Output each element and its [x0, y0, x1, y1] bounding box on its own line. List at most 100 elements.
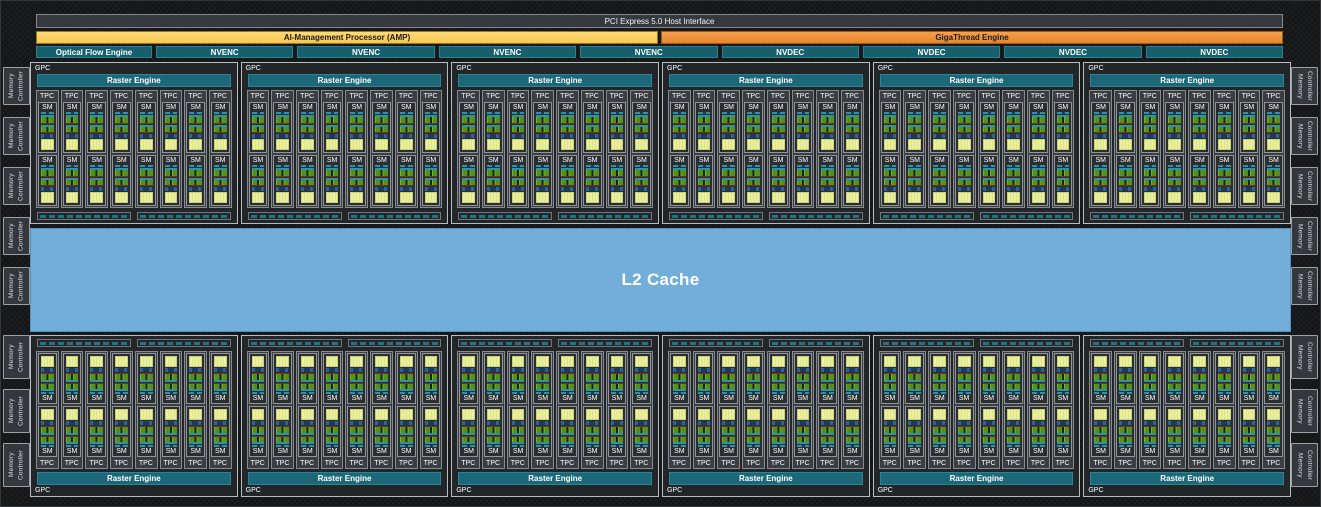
tpc-label: TPC: [298, 91, 317, 101]
sm-green-block-top-strip: [41, 380, 54, 382]
sm-yellow-block: [400, 356, 413, 367]
sm: SM: [459, 406, 478, 457]
sm: SM: [63, 353, 82, 404]
gpc-label: GPC: [874, 63, 1080, 74]
sm-yellow-block: [1243, 356, 1256, 367]
tpc-label: TPC: [930, 458, 949, 468]
sm-green-block-bottom-line: [1168, 123, 1181, 124]
sm-green-block-top-strip: [350, 380, 363, 382]
sm-green-block: [1007, 125, 1020, 134]
sm-green-block-bottom-line: [1267, 176, 1280, 177]
sm-body: [673, 112, 686, 150]
sm-green-block: [698, 178, 711, 187]
sm-green-block: [512, 125, 525, 134]
sm-yellow-block: [797, 139, 810, 150]
sm: SM: [422, 406, 441, 457]
sm-green-block-top-strip: [400, 433, 413, 435]
sm-teal-strip: [698, 165, 711, 167]
sm-teal-strip: [400, 112, 413, 114]
l2-cache: L2 Cache: [30, 228, 1291, 332]
sm-label: SM: [64, 156, 81, 165]
sm-yellow-block: [797, 192, 810, 203]
sm: SM: [769, 406, 788, 457]
sm-green-block-bottom-line: [958, 185, 971, 186]
sm-body: [1057, 409, 1070, 447]
sm-label: SM: [720, 103, 737, 112]
sm-green-block: [1267, 436, 1280, 445]
sm-green-block-top-strip: [747, 389, 760, 391]
sm-green-block: [252, 373, 265, 382]
sm-navy-bar: [722, 368, 735, 372]
sm-navy-bar: [884, 134, 897, 138]
sm-green-block: [41, 436, 54, 445]
sm-label: SM: [64, 447, 81, 456]
tpc-label: TPC: [372, 458, 391, 468]
sm-green-block-top-strip: [536, 433, 549, 435]
sm: SM: [632, 155, 651, 206]
sm-yellow-block: [326, 409, 339, 420]
sm-green-block-top-strip: [252, 380, 265, 382]
sm-label: SM: [696, 103, 713, 112]
sm-body: [797, 356, 810, 394]
sm-green-block-bottom-line: [561, 176, 574, 177]
sm-body: [747, 409, 760, 447]
sm-body: [747, 356, 760, 394]
sm-teal-strip: [586, 112, 599, 114]
sm-navy-bar: [1168, 134, 1181, 138]
tpc-label: TPC: [1004, 91, 1023, 101]
memory-controller-label: Memory Controller: [7, 68, 26, 104]
sm-body: [611, 356, 624, 394]
sm-green-block: [400, 178, 413, 187]
sm-navy-bar: [1057, 187, 1070, 191]
sm: SM: [323, 353, 342, 404]
memory-controller-column-left: Memory ControllerMemory ControllerMemory…: [3, 0, 30, 507]
sm-green-block: [908, 178, 921, 187]
sm-navy-bar: [1119, 134, 1132, 138]
sm-navy-bar: [772, 187, 785, 191]
sm: SM: [63, 155, 82, 206]
sm-green-block-bottom-line: [908, 132, 921, 133]
sm-navy-bar: [908, 187, 921, 191]
sm-teal-strip: [140, 112, 153, 114]
memory-controller: Memory Controller: [3, 443, 30, 487]
sm-green-block: [908, 373, 921, 382]
tpc-label: TPC: [186, 458, 205, 468]
sm-green-block: [635, 373, 648, 382]
tpc: TPCSMSM: [581, 351, 604, 469]
sm-green-block: [536, 383, 549, 392]
sm-green-block: [611, 436, 624, 445]
sm-green-block-top-strip: [958, 442, 971, 444]
sm-green-block-top-strip: [1144, 389, 1157, 391]
tpc-label: TPC: [273, 458, 292, 468]
sm-label: SM: [981, 447, 998, 456]
sm-green-block-bottom-line: [425, 176, 438, 177]
tpc-label: TPC: [558, 458, 577, 468]
sm: SM: [632, 353, 651, 404]
sm-green-block: [722, 436, 735, 445]
memory-controller-label: Memory Controller: [1295, 118, 1314, 154]
sm-green-block-bottom-line: [90, 176, 103, 177]
sm-navy-bar: [66, 368, 79, 372]
sm-yellow-block: [276, 409, 289, 420]
sm-navy-bar: [165, 187, 178, 191]
sm-green-block-top-strip: [797, 380, 810, 382]
sm-green-block: [698, 168, 711, 177]
sm-navy-bar: [1267, 368, 1280, 372]
sm-body: [983, 165, 996, 203]
sm-green-block-top-strip: [189, 380, 202, 382]
sm-body: [586, 356, 599, 394]
sm-green-block: [375, 168, 388, 177]
memory-controller-label: Memory Controller: [1295, 218, 1314, 254]
sm-green-block: [747, 436, 760, 445]
tpc-row: TPCSMSMTPCSMSMTPCSMSMTPCSMSMTPCSMSMTPCSM…: [31, 348, 237, 472]
sm-label: SM: [212, 103, 229, 112]
sm-navy-bar: [1144, 421, 1157, 425]
sm-body: [797, 165, 810, 203]
sm-yellow-block: [400, 192, 413, 203]
sm-navy-bar: [821, 421, 834, 425]
tpc-label: TPC: [137, 458, 156, 468]
sm-yellow-block: [846, 356, 859, 367]
sm-green-block-bottom-line: [1144, 123, 1157, 124]
sm-green-block: [115, 383, 128, 392]
sm: SM: [1240, 406, 1259, 457]
